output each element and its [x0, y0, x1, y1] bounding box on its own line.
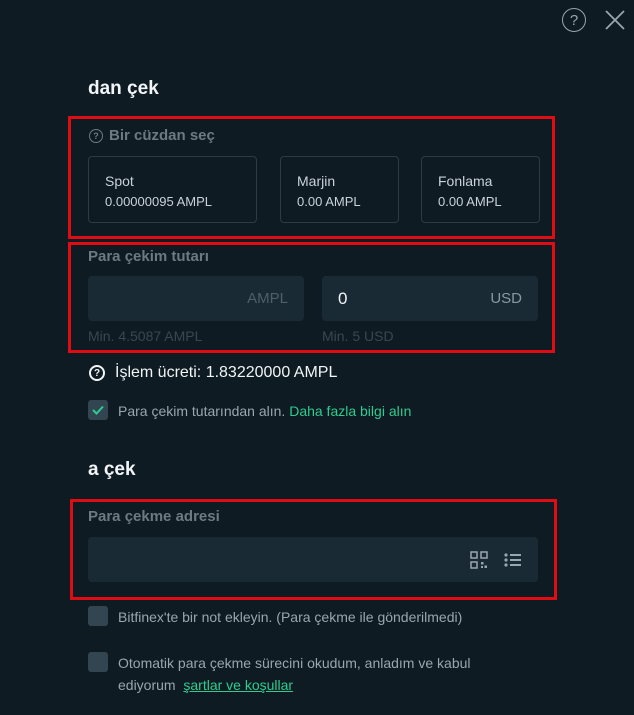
learn-more-link[interactable]: Daha fazla bilgi alın [289, 403, 411, 419]
checkmark-icon [92, 405, 104, 415]
close-icon[interactable] [604, 9, 626, 31]
amount-usd-input[interactable]: 0 USD [322, 276, 538, 321]
wallet-name: Fonlama [438, 173, 493, 189]
amount-ampl-input[interactable]: AMPL [88, 276, 304, 321]
withdraw-from-title: dan çek [88, 78, 159, 99]
deduct-fee-label: Para çekim tutarından alın. [118, 403, 286, 419]
address-label: Para çekme adresi [88, 508, 220, 525]
wallet-card-spot[interactable]: Spot 0.00000095 AMPL [88, 156, 257, 223]
amount-usd-value: 0 [338, 288, 348, 308]
help-icon[interactable]: ? [562, 8, 586, 32]
add-note-label: Bitfinex'te bir not ekleyin. (Para çekme… [118, 609, 463, 625]
deduct-fee-row: Para çekim tutarından alın. Daha fazla b… [88, 400, 411, 422]
wallet-card-funding[interactable]: Fonlama 0.00 AMPL [421, 156, 540, 223]
address-label-row: Para çekme adresi [88, 508, 220, 525]
amount-label-row: Para çekim tutarı [88, 248, 209, 265]
fee-text: İşlem ücreti: 1.83220000 AMPL [115, 364, 338, 381]
wallet-name: Spot [105, 173, 134, 189]
add-note-row: Bitfinex'te bir not ekleyin. (Para çekme… [88, 606, 462, 628]
add-note-checkbox[interactable] [88, 606, 108, 626]
min-usd-text: Min. 5 USD [322, 328, 394, 344]
wallet-label-row: ? Bir cüzdan seç [89, 127, 215, 144]
question-icon: ? [89, 128, 103, 143]
withdraw-to-title: a çek [88, 459, 136, 480]
amount-ampl-unit: AMPL [247, 290, 288, 307]
wallet-balance: 0.00000095 AMPL [105, 194, 212, 209]
terms-label: Otomatik para çekme sürecini okudum, anl… [118, 655, 471, 693]
terms-link[interactable]: şartlar ve koşullar [183, 677, 293, 693]
min-ampl-text: Min. 4.5087 AMPL [88, 328, 203, 344]
wallet-select-label: Bir cüzdan seç [109, 127, 215, 144]
amount-label: Para çekim tutarı [88, 248, 209, 265]
wallet-balance: 0.00 AMPL [438, 194, 502, 209]
deduct-fee-checkbox[interactable] [88, 400, 108, 420]
fee-info-icon: ? [89, 365, 105, 381]
terms-row: Otomatik para çekme sürecini okudum, anl… [88, 652, 528, 696]
wallet-balance: 0.00 AMPL [297, 194, 361, 209]
terms-checkbox[interactable] [88, 652, 108, 672]
fee-row: ? İşlem ücreti: 1.83220000 AMPL [89, 364, 337, 382]
address-input[interactable] [88, 537, 538, 582]
qr-code-icon[interactable] [470, 551, 488, 569]
amount-usd-unit: USD [490, 290, 522, 307]
top-bar: ? [562, 8, 626, 32]
wallet-name: Marjin [297, 173, 336, 189]
wallet-card-margin[interactable]: Marjin 0.00 AMPL [280, 156, 399, 223]
address-list-icon[interactable] [504, 551, 522, 569]
